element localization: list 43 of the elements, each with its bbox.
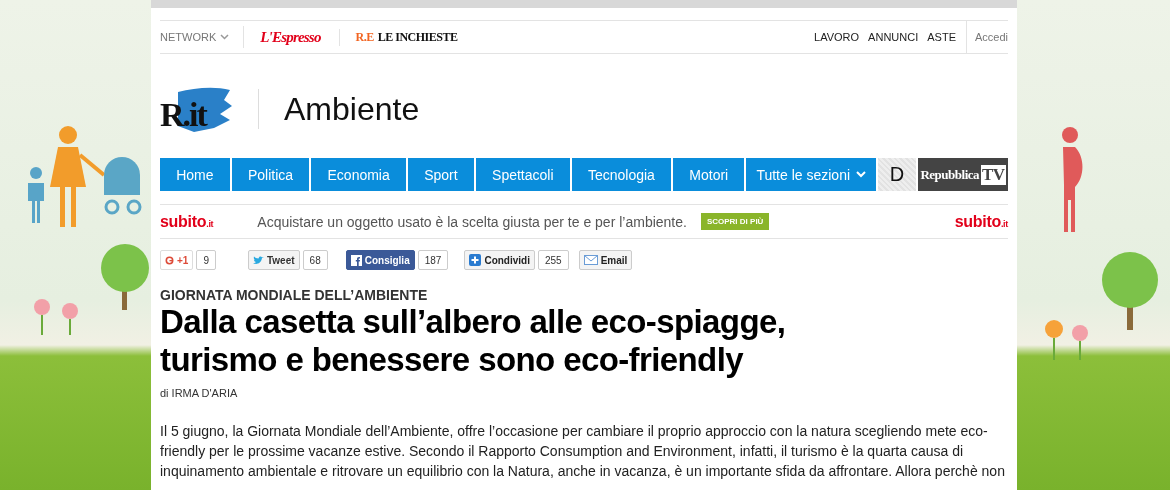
envelope-icon [583,255,598,265]
ad-text: Acquistare un oggetto usato è la scelta giusta per te e per l’ambiente. [257,213,687,230]
inchieste-link[interactable]: LE INCHIESTE [377,29,458,45]
article-title: Dalla casetta sull’albero alle eco-spiagge, [160,303,787,341]
login-link[interactable]: Accedi [965,21,1008,53]
article-kicker: GIORNATA MONDIALE DELL’AMBIENTE [160,287,429,303]
repubblica-tv-logo[interactable]: Repubblica TV [918,158,1009,191]
bird-icon [252,255,264,265]
share-button[interactable]: +1 [160,250,194,270]
subito-logo[interactable]: subito.it [160,212,214,231]
nav-tab[interactable]: Motori [673,158,745,191]
nav-tab[interactable]: Politica [231,158,310,191]
share-button[interactable]: Consiglia [345,250,415,270]
share-button[interactable]: Condividi [464,250,535,270]
share-count: 68 [302,250,328,270]
top-link[interactable]: ANNUNCI [868,31,919,43]
share-button[interactable]: Tweet [247,250,300,270]
espresso-logo[interactable]: L'Espresso [244,28,340,46]
nav-tab[interactable]: Tecnologia [571,158,672,191]
nav-tab[interactable]: Sport [408,158,474,191]
chevron-down-icon [856,171,867,178]
nav-tab[interactable]: Economia [311,158,406,191]
byline: di IRMA D'ARIA [160,387,239,399]
sections-dropdown[interactable]: Tutte le sezioni [746,158,877,191]
facebook-icon [350,254,362,266]
chevron-down-icon [220,34,230,40]
top-link[interactable]: LAVORO [814,31,860,43]
article-paragraph: Il 5 giugno, la Giornata Mondiale dell’Ambiente, offre l’occasione per cambiare il proprio approccio con la natura scegliendo mete eco-friendly per le prossime vacanze estive. Secondo il Rapporto Consumption and Environment, infatti, il turismo è la quarta causa di inquinamento ambientale e ritrovare un equilibrio con la Natura, anche in vacanza, è un importante sfida da affrontare. Allora perchè non [160,422,1006,481]
share-button[interactable]: Email [578,250,633,270]
share-count: 187 [417,250,449,270]
subito-logo[interactable]: subito.it [954,212,1008,231]
article-title: turismo e benessere sono eco-friendly [160,341,745,379]
nav-tab[interactable]: Spettacoli [475,158,570,191]
top-link[interactable]: ASTE [927,31,956,43]
plus-icon [469,254,482,266]
share-count: 9 [196,250,216,270]
network-menu[interactable]: NETWORK [160,26,245,48]
re-logo: R.E [355,29,374,45]
d-button[interactable]: D [878,158,917,191]
nav-tab[interactable]: Home [160,158,230,191]
google-plus-icon [165,255,174,265]
share-count: 255 [537,250,569,270]
section-title: Ambiente [284,90,420,128]
